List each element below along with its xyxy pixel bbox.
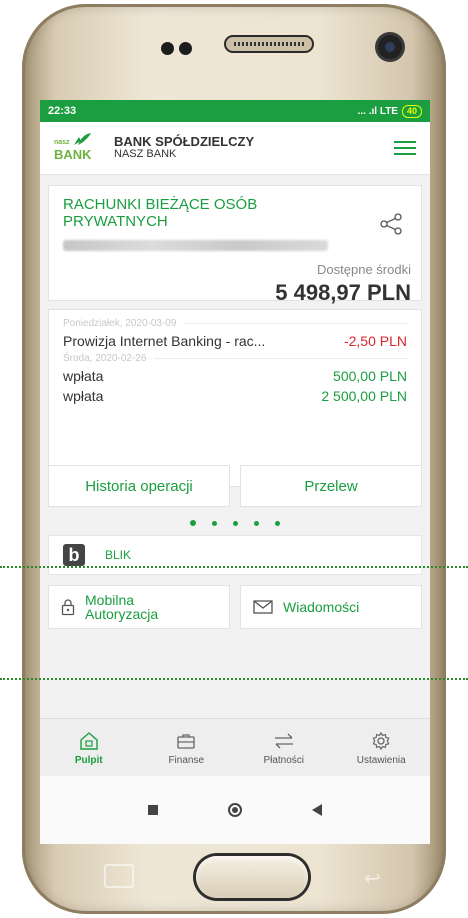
transfer-button[interactable]: Przelew bbox=[240, 465, 422, 507]
carousel-dot[interactable] bbox=[275, 521, 280, 526]
mobile-authorization-tile[interactable]: Mobilna Autoryzacja bbox=[48, 585, 230, 629]
carousel-dot[interactable] bbox=[233, 521, 238, 526]
padlock-icon bbox=[61, 599, 75, 616]
sensor-dots bbox=[161, 42, 197, 60]
highlight-line-bottom bbox=[0, 678, 468, 680]
carousel-dot[interactable] bbox=[190, 520, 196, 526]
operation-label: Prowizja Internet Banking - rac... bbox=[63, 333, 266, 349]
back-triangle-icon[interactable] bbox=[312, 804, 322, 816]
home-icon bbox=[80, 731, 98, 750]
operation-label: wpłata bbox=[63, 388, 104, 404]
bank-logo: nasz BANK bbox=[54, 131, 104, 165]
operations-card: Poniedziałek, 2020-03-09 Prowizja Intern… bbox=[48, 309, 422, 487]
blik-logo-icon: b bbox=[63, 544, 85, 566]
transfer-arrows-icon bbox=[274, 733, 293, 748]
hamburger-menu-icon[interactable] bbox=[394, 141, 416, 155]
messages-tile[interactable]: Wiadomości bbox=[240, 585, 422, 629]
bottom-navigation: Pulpit Finanse Płatności Ustawienia bbox=[40, 718, 430, 777]
battery-icon: 40 bbox=[401, 104, 422, 118]
operation-row[interactable]: wpłata 500,00 PLN bbox=[63, 368, 407, 384]
account-number-blurred bbox=[63, 240, 328, 251]
status-time: 22:33 bbox=[48, 105, 77, 117]
mobile-auth-line2: Autoryzacja bbox=[85, 606, 159, 622]
android-system-bar bbox=[40, 776, 430, 844]
nav-ustawienia[interactable]: Ustawienia bbox=[333, 719, 431, 777]
leaf-icon bbox=[74, 133, 91, 145]
gear-icon bbox=[372, 731, 390, 750]
available-funds-label: Dostępne środki bbox=[317, 262, 411, 277]
front-camera bbox=[378, 35, 402, 59]
account-balance: 5 498,97 PLN bbox=[275, 280, 411, 305]
highlight-line-top bbox=[0, 566, 468, 568]
back-hardware-key[interactable]: ↩ bbox=[364, 866, 381, 891]
bank-subtitle: NASZ BANK bbox=[114, 148, 177, 160]
operation-date: Poniedziałek, 2020-03-09 bbox=[63, 318, 407, 329]
bank-name: BANK SPÓŁDZIELCZY NASZ BANK bbox=[114, 135, 254, 161]
carousel-dot[interactable] bbox=[212, 521, 217, 526]
nav-platnosci[interactable]: Płatności bbox=[235, 719, 333, 777]
bank-title: BANK SPÓŁDZIELCZY bbox=[114, 134, 255, 149]
phone-screen: 22:33 ... .ıl LTE 40 nasz BANK BANK SPÓŁ… bbox=[40, 100, 430, 844]
carousel-dot[interactable] bbox=[254, 521, 259, 526]
account-card[interactable]: RACHUNKI BIEŻĄCE OSÓB PRYWATNYCH Dostępn… bbox=[48, 185, 422, 305]
account-title: RACHUNKI BIEŻĄCE OSÓB PRYWATNYCH bbox=[63, 196, 258, 230]
carousel-dots[interactable] bbox=[48, 513, 422, 533]
messages-label: Wiadomości bbox=[283, 599, 360, 615]
operation-amount: 2 500,00 PLN bbox=[321, 388, 407, 404]
app-header: nasz BANK BANK SPÓŁDZIELCZY NASZ BANK bbox=[40, 122, 430, 175]
history-button[interactable]: Historia operacji bbox=[48, 465, 230, 507]
nav-finanse[interactable]: Finanse bbox=[138, 719, 236, 777]
status-bar: 22:33 ... .ıl LTE 40 bbox=[40, 100, 430, 122]
operation-amount: 500,00 PLN bbox=[333, 368, 407, 384]
nav-pulpit[interactable]: Pulpit bbox=[40, 719, 138, 777]
operation-amount: -2,50 PLN bbox=[343, 333, 407, 349]
briefcase-icon bbox=[177, 733, 195, 749]
blik-tile[interactable]: b BLIK bbox=[48, 535, 422, 575]
hardware-home-button[interactable] bbox=[196, 856, 308, 898]
envelope-icon bbox=[253, 600, 273, 614]
speaker-grille bbox=[224, 35, 314, 53]
blik-label: BLIK bbox=[105, 548, 132, 562]
account-actions: Historia operacji Przelew bbox=[48, 465, 422, 507]
operation-row[interactable]: wpłata 2 500,00 PLN bbox=[63, 388, 407, 404]
operation-label: wpłata bbox=[63, 368, 104, 384]
shortcut-tiles: Mobilna Autoryzacja Wiadomości bbox=[48, 585, 422, 629]
operation-row[interactable]: Prowizja Internet Banking - rac... -2,50… bbox=[63, 333, 407, 349]
home-circle-icon[interactable] bbox=[228, 803, 242, 817]
share-icon[interactable] bbox=[379, 212, 403, 236]
operation-date: Środa, 2020-02-26 bbox=[63, 353, 407, 364]
recent-apps-hardware-key[interactable] bbox=[104, 864, 134, 888]
recents-icon[interactable] bbox=[148, 805, 158, 815]
signal-indicator: ... .ıl LTE bbox=[357, 105, 398, 117]
